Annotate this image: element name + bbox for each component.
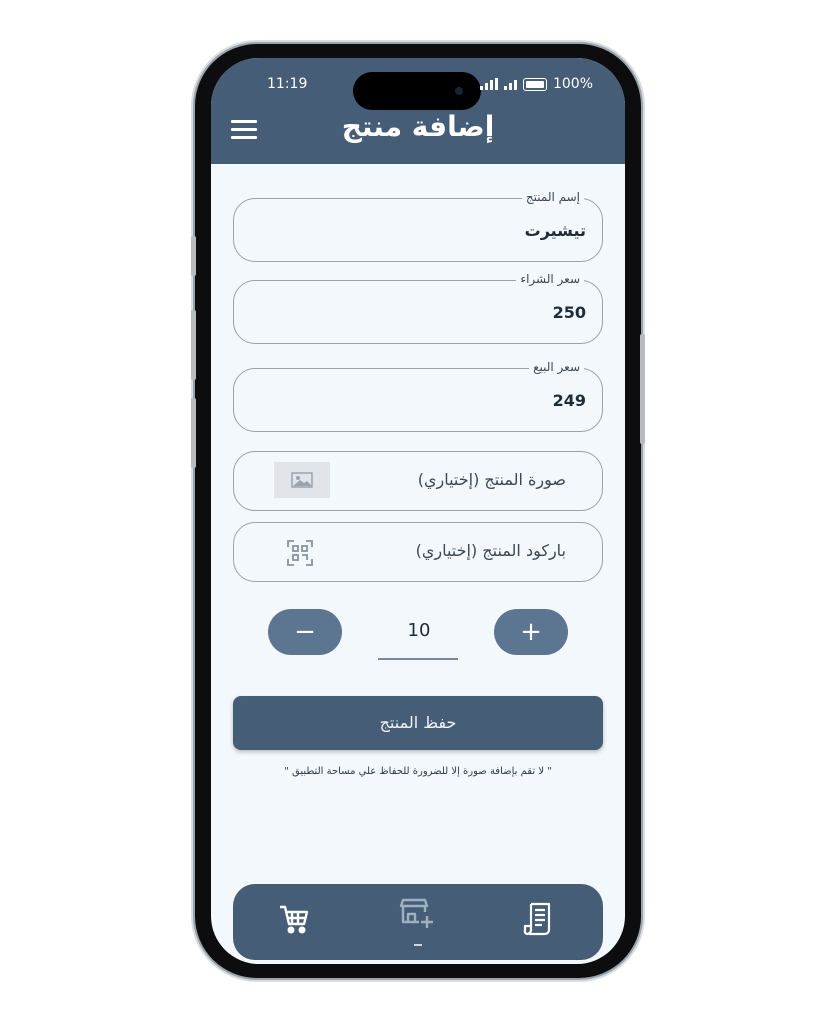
phone-side-button [191,236,196,276]
bottom-navigation [233,884,603,960]
product-name-field[interactable]: إسم المنتج تيشيرت [233,190,603,262]
sale-price-field[interactable]: سعر البيع 249 [233,360,603,432]
phone-side-button [191,310,196,380]
page-title: إضافة منتج [341,110,495,143]
wifi-signal-icon [503,78,517,90]
minus-icon: − [294,617,316,647]
product-name-value: تيشيرت [524,221,586,240]
cart-icon[interactable] [277,902,313,938]
plus-icon: + [520,617,542,647]
sale-price-value: 249 [552,391,586,410]
storage-note: " لا تقم بإضافة صورة إلا للضرورة للحفاظ … [284,766,552,777]
app-header: 11:19 100% إضافة منتج [211,58,625,164]
qr-scan-icon [286,539,314,567]
app-screen: 11:19 100% إضافة منتج إسم المنتج تيشيرت … [211,58,625,964]
image-placeholder-icon [274,462,330,498]
purchase-price-label: سعر الشراء [516,272,584,286]
quantity-underline [378,658,458,660]
add-store-icon[interactable] [399,896,435,932]
battery-percent: 100% [552,76,593,92]
status-indicators: 100% [479,76,593,92]
increment-button[interactable]: + [494,609,568,655]
battery-icon [522,77,547,91]
sale-price-label: سعر البيع [529,360,584,374]
phone-side-button [191,398,196,468]
product-image-picker[interactable]: صورة المنتج (إختياري) [233,451,603,511]
save-product-button[interactable]: حفظ المنتج [233,696,603,750]
purchase-price-value: 250 [552,303,586,322]
quantity-value[interactable]: 10 [379,620,459,641]
receipt-icon[interactable] [523,902,559,938]
product-barcode-label: باركود المنتج (إختياري) [415,541,566,560]
decrement-button[interactable]: − [268,609,342,655]
status-time: 11:19 [267,76,308,92]
phone-side-button [640,334,645,444]
signal-icon [479,78,498,90]
product-name-label: إسم المنتج [521,190,584,204]
dynamic-island [353,72,481,110]
purchase-price-field[interactable]: سعر الشراء 250 [233,272,603,344]
active-tab-indicator [414,944,422,946]
product-barcode-scanner[interactable]: باركود المنتج (إختياري) [233,522,603,582]
product-image-label: صورة المنتج (إختياري) [417,470,566,489]
